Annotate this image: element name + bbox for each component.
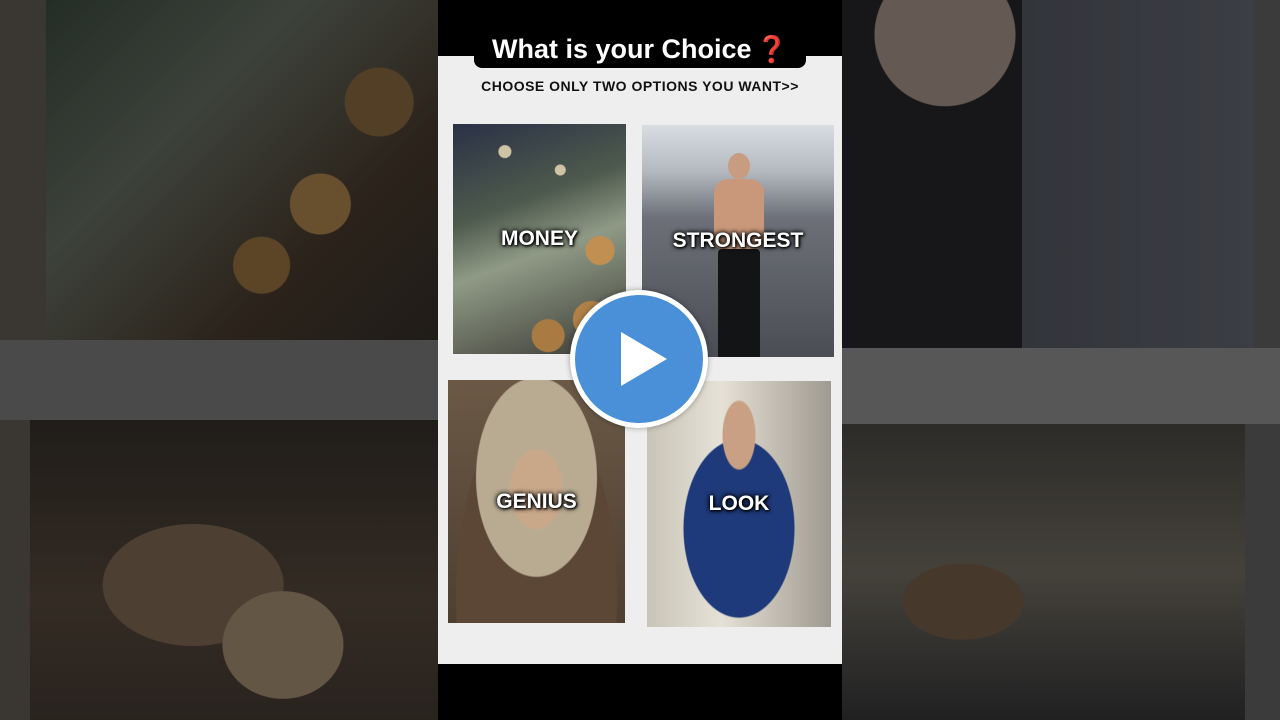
background-strongest-image xyxy=(842,0,1254,348)
question-mark-icon: ❓ xyxy=(755,33,788,64)
background-left xyxy=(0,0,438,720)
option-genius: GENIUS xyxy=(448,380,625,623)
title-bar: What is your Choice ❓ xyxy=(474,30,806,68)
background-divider xyxy=(842,348,1280,424)
background-genius-image xyxy=(30,420,438,720)
background-right xyxy=(842,0,1280,720)
subtitle: CHOOSE ONLY TWO OPTIONS YOU WANT>> xyxy=(481,78,799,94)
play-icon xyxy=(621,332,667,386)
figure-icon xyxy=(702,153,774,357)
play-button[interactable] xyxy=(570,290,708,428)
background-money-image xyxy=(46,0,438,340)
option-label: STRONGEST xyxy=(672,229,804,252)
option-label: GENIUS xyxy=(496,489,577,513)
option-label: MONEY xyxy=(500,227,578,250)
background-divider xyxy=(0,340,438,420)
option-label: LOOK xyxy=(708,492,770,515)
page-title: What is your Choice xyxy=(492,33,752,64)
background-look-image xyxy=(842,424,1245,720)
